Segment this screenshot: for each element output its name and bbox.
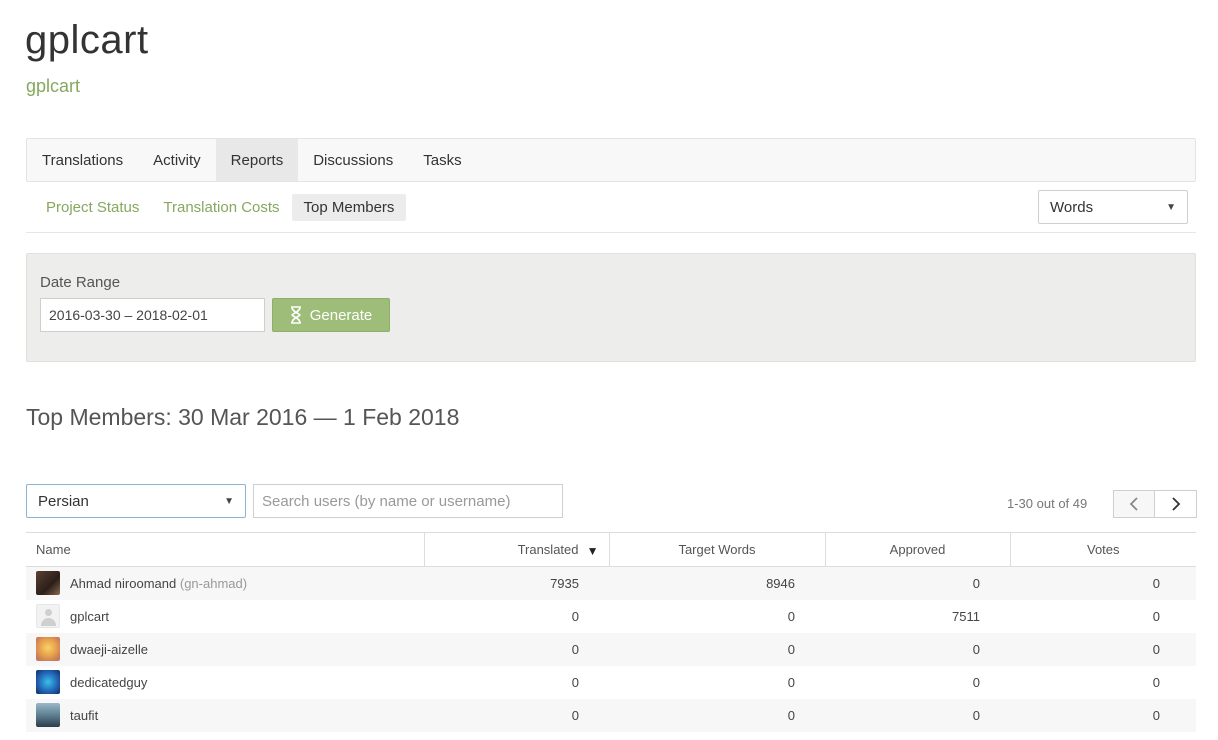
table-row: Ahmad niroomand (gn-ahmad) 7935 8946 0 0 [26,566,1196,600]
approved-value: 0 [825,566,1010,600]
tab-tasks[interactable]: Tasks [408,139,476,181]
translated-value: 0 [424,632,609,666]
target-words-value: 0 [787,674,795,690]
subtab-translation-costs[interactable]: Translation Costs [151,194,291,221]
member-cell: taufit [26,698,424,732]
caret-down-icon: ▼ [1166,201,1176,213]
pagination [1113,490,1197,518]
member-cell: dedicatedguy [26,666,424,699]
avatar [36,670,60,694]
table-row: dwaeji-aizelle 0 0 0 0 [26,632,1196,666]
tab-translations[interactable]: Translations [27,139,138,181]
approved-value: 0 [825,632,1010,666]
tab-activity[interactable]: Activity [138,139,216,181]
member-cell: Ahmad niroomand (gn-ahmad) [26,566,424,600]
column-header-translated-label: Translated [517,542,579,557]
chevron-right-icon [1171,497,1180,511]
project-title: gplcart [25,18,149,62]
column-header-target-words[interactable]: Target Words [608,532,825,567]
column-header-approved[interactable]: Approved [824,532,1010,567]
tab-reports[interactable]: Reports [215,139,299,181]
target-words-value: 8946 [609,566,825,600]
language-select-value: Persian [38,492,89,510]
sort-descending-icon: ▼ [586,544,599,558]
translated-value: 7935 [424,566,609,600]
target-words-value: 0 [609,632,825,666]
avatar [36,703,60,727]
target-words-value: 0 [609,698,825,732]
report-heading: Top Members: 30 Mar 2016 — 1 Feb 2018 [26,404,460,430]
column-header-translated[interactable]: Translated ▼ [423,532,609,567]
date-range-label: Date Range [40,274,121,291]
votes-value: 0 [1152,674,1160,690]
generate-button[interactable]: Generate [272,298,390,332]
approved-value: 0 [825,698,1010,732]
table-header-row: Name Translated ▼ Target Words Approved … [26,532,1196,567]
filter-panel: Date Range 2016-03-30 – 2018-02-01 Gener… [26,253,1196,362]
votes-value: 0 [1010,566,1196,600]
generate-button-label: Generate [309,306,373,324]
page: gplcart gplcart Translations Activity Re… [0,0,1218,740]
unit-select[interactable]: Words ▼ [1038,190,1188,224]
member-name-link[interactable]: dwaeji-aizelle [70,642,148,657]
main-tabs: Translations Activity Reports Discussion… [26,138,1196,182]
votes-value: 0 [1010,632,1196,666]
member-name-link[interactable]: Ahmad niroomand [70,576,176,591]
hourglass-icon [290,306,302,324]
member-name-link[interactable]: gplcart [70,609,109,624]
avatar [36,604,60,628]
pagination-info: 1-30 out of 49 [1007,496,1088,511]
table-row: taufit 0 0 0 0 [26,698,1196,732]
member-name-link[interactable]: taufit [70,708,98,723]
next-page-button[interactable] [1155,490,1197,518]
translated-value: 0 [571,608,579,624]
member-cell: gplcart [26,600,424,633]
avatar [36,637,60,661]
votes-value: 0 [1010,698,1196,732]
approved-value: 7511 [952,608,980,624]
column-header-name[interactable]: Name [26,532,424,567]
language-select[interactable]: Persian ▼ [26,484,246,518]
member-cell: dwaeji-aizelle [26,632,424,666]
member-name-link[interactable]: dedicatedguy [70,675,147,690]
subtab-top-members[interactable]: Top Members [291,193,407,221]
search-users-input[interactable] [253,484,563,518]
chevron-left-icon [1129,497,1138,511]
tab-discussions[interactable]: Discussions [298,139,408,181]
top-members-table: Name Translated ▼ Target Words Approved … [26,532,1196,732]
approved-value: 0 [972,674,980,690]
project-subtitle-link[interactable]: gplcart [26,76,80,97]
previous-page-button[interactable] [1113,490,1155,518]
column-header-votes[interactable]: Votes [1009,532,1196,567]
target-words-value: 0 [787,608,795,624]
translated-value: 0 [571,674,579,690]
report-sub-tabs: Project Status Translation Costs Top Mem… [34,192,407,222]
member-username: (gn-ahmad) [179,575,248,591]
date-range-input[interactable]: 2016-03-30 – 2018-02-01 [40,298,265,332]
unit-select-value: Words [1050,198,1094,216]
table-row: gplcart 0 0 7511 0 [26,600,1196,633]
votes-value: 0 [1152,608,1160,624]
caret-down-icon: ▼ [224,495,234,507]
translated-value: 0 [424,698,609,732]
divider [26,232,1196,233]
subtab-project-status[interactable]: Project Status [34,194,151,221]
table-row: dedicatedguy 0 0 0 0 [26,666,1196,699]
avatar [36,571,60,596]
